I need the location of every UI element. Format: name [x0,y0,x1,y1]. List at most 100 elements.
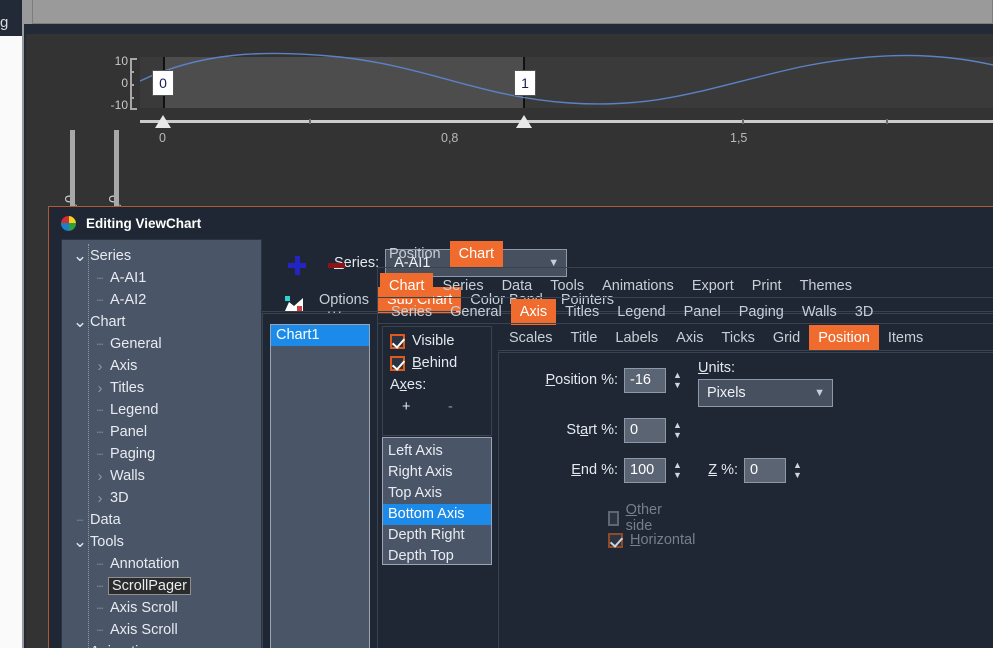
chart-options-button[interactable]: ... [327,300,343,316]
tree-twisty-icon[interactable]: ┄ [90,338,110,351]
tree-twisty-icon[interactable]: › [90,468,110,485]
tab-series[interactable]: Series [382,299,441,325]
tree-item-a-ai1[interactable]: ┄ A-AI1 [62,267,261,289]
tabs-level-5[interactable]: Scales Title Labels Axis Ticks Grid Position It… [500,325,932,351]
horizontal-checkbox[interactable] [608,532,623,548]
tree-item-tools[interactable]: ⌄ Tools [62,531,261,553]
tree-item-data[interactable]: ┄ Data [62,509,261,531]
tree-item-annotation[interactable]: ┄ Annotation [62,553,261,575]
tab-ticks[interactable]: Ticks [713,325,764,351]
tab-titles[interactable]: Titles [556,299,608,325]
tabs-level-4[interactable]: Series General Axis Titles Legend Panel Paging… [382,299,882,325]
scrollpager-start-thumb[interactable] [155,115,171,128]
tree-item-3d[interactable]: › 3D [62,487,261,509]
tree-twisty-icon[interactable]: ┄ [90,624,110,637]
visible-checkbox[interactable] [390,333,405,349]
tab-position[interactable]: Position [380,241,450,267]
units-dropdown[interactable]: Pixels ▼ [698,379,833,407]
tree-twisty-icon[interactable]: ┄ [90,272,110,285]
tree-twisty-icon[interactable]: ┄ [90,580,110,593]
tree-twisty-icon[interactable]: › [90,380,110,397]
axes-list-item[interactable]: Left Axis [383,441,491,462]
horizontal-checkbox-row[interactable]: Horizontal [608,532,695,548]
tree-twisty-icon[interactable]: ┄ [90,448,110,461]
tab-export[interactable]: Export [683,273,743,299]
tree-item-axis[interactable]: › Axis [62,355,261,377]
behind-checkbox-row[interactable]: Behind [390,355,457,371]
tabs-level-3[interactable]: Chart Series Data Tools Animations Export Prin… [380,273,861,299]
tree-item-panel[interactable]: ┄ Panel [62,421,261,443]
position-percent-field[interactable]: Position %: -16 ▲ ▼ [508,367,685,393]
end-percent-spinner[interactable]: ▲ ▼ [670,457,685,483]
tree-item-general[interactable]: ┄ General [62,333,261,355]
tree-twisty-icon[interactable]: ⌄ [70,247,90,264]
tree-twisty-icon[interactable]: ┄ [90,404,110,417]
tree-twisty-icon[interactable]: ┄ [90,602,110,615]
tab-series[interactable]: Series [433,273,492,299]
tab-position[interactable]: Position [809,325,879,351]
tree-item-chart[interactable]: ⌄ Chart [62,311,261,333]
position-percent-input[interactable]: -16 [624,367,666,393]
tree-twisty-icon[interactable]: ⌄ [70,313,90,330]
tab-walls[interactable]: Walls [793,299,846,325]
axes-list-item[interactable]: Depth Right [383,525,491,546]
end-percent-input[interactable]: 100 [624,457,666,483]
tab-panel[interactable]: Panel [675,299,730,325]
scrollpager-end-flag[interactable]: 1 [514,70,536,96]
axes-listbox[interactable]: Left Axis Right Axis Top Axis Bottom Axis De… [382,437,492,565]
start-percent-field[interactable]: Start %: 0 ▲ ▼ [508,417,685,443]
tree-item-paging[interactable]: ┄ Paging [62,443,261,465]
tab-axis[interactable]: Axis [667,325,712,351]
remove-chart-button[interactable] [328,263,345,268]
tree-item-legend[interactable]: ┄ Legend [62,399,261,421]
behind-checkbox[interactable] [390,355,405,371]
z-percent-input[interactable]: 0 [744,457,786,483]
chart-list-item[interactable]: Chart1 [271,325,369,346]
tree-item-axis-scroll[interactable]: ┄ Axis Scroll [62,619,261,641]
tree-twisty-icon[interactable]: ┄ [90,558,110,571]
axes-list-item[interactable]: Bottom Axis [383,504,491,525]
axes-list-item[interactable]: Top Axis [383,483,491,504]
chart-listbox[interactable]: Chart1 [270,324,370,648]
visible-checkbox-row[interactable]: Visible [390,333,457,349]
axes-list-item[interactable]: Right Axis [383,462,491,483]
add-chart-button[interactable] [288,256,307,275]
tree-twisty-icon[interactable]: ⌄ [70,533,90,550]
tab-axis[interactable]: Axis [510,299,557,325]
tabs-level-2[interactable]: Position Chart [380,241,504,267]
tab-general[interactable]: General [441,299,511,325]
tab-paging[interactable]: Paging [730,299,793,325]
position-percent-spinner[interactable]: ▲ ▼ [670,367,685,393]
tree-item-series[interactable]: ⌄ Series [62,245,261,267]
tree-item-axis-scroll[interactable]: ┄ Axis Scroll [62,597,261,619]
tab-labels[interactable]: Labels [606,325,667,351]
start-percent-input[interactable]: 0 [624,417,666,443]
tree-item-animations[interactable]: ⌄Animations [62,641,261,648]
tab-chart[interactable]: Chart [380,273,434,299]
chart-thumbnail-icon[interactable] [284,294,304,312]
vertical-scrollbar-1[interactable] [70,130,75,210]
tab-grid[interactable]: Grid [764,325,809,351]
tree-twisty-icon[interactable]: ┄ [90,426,110,439]
axes-list-item[interactable]: Depth Top [383,546,491,564]
end-percent-field[interactable]: End %: 100 ▲ ▼ [508,457,685,483]
tab-themes[interactable]: Themes [791,273,861,299]
other-side-checkbox-row[interactable]: Other side [608,502,666,534]
tab-items[interactable]: Items [879,325,932,351]
tree-item-a-ai2[interactable]: ┄ A-AI2 [62,289,261,311]
tree-twisty-icon[interactable]: ┄ [70,514,90,527]
tab-scales[interactable]: Scales [500,325,562,351]
tab-3d[interactable]: 3D [846,299,883,325]
tab-animations[interactable]: Animations [593,273,683,299]
tab-legend[interactable]: Legend [608,299,674,325]
tree-item-scrollpager[interactable]: ┄ ScrollPager [62,575,261,597]
tab-chart[interactable]: Chart [449,241,504,267]
start-percent-spinner[interactable]: ▲ ▼ [670,417,685,443]
tab-print[interactable]: Print [743,273,791,299]
tree-twisty-icon[interactable]: › [90,490,110,507]
tree-twisty-icon[interactable]: ┄ [90,294,110,307]
z-percent-field[interactable]: Z %: 0 ▲ ▼ [704,457,805,483]
navigation-tree[interactable]: ⌄ Series ┄ A-AI1 ┄ A-AI2 ⌄ Chart ┄ General › Axis › T… [61,239,262,648]
remove-axis-button[interactable]: - [448,399,453,415]
add-axis-button[interactable]: + [402,399,410,415]
